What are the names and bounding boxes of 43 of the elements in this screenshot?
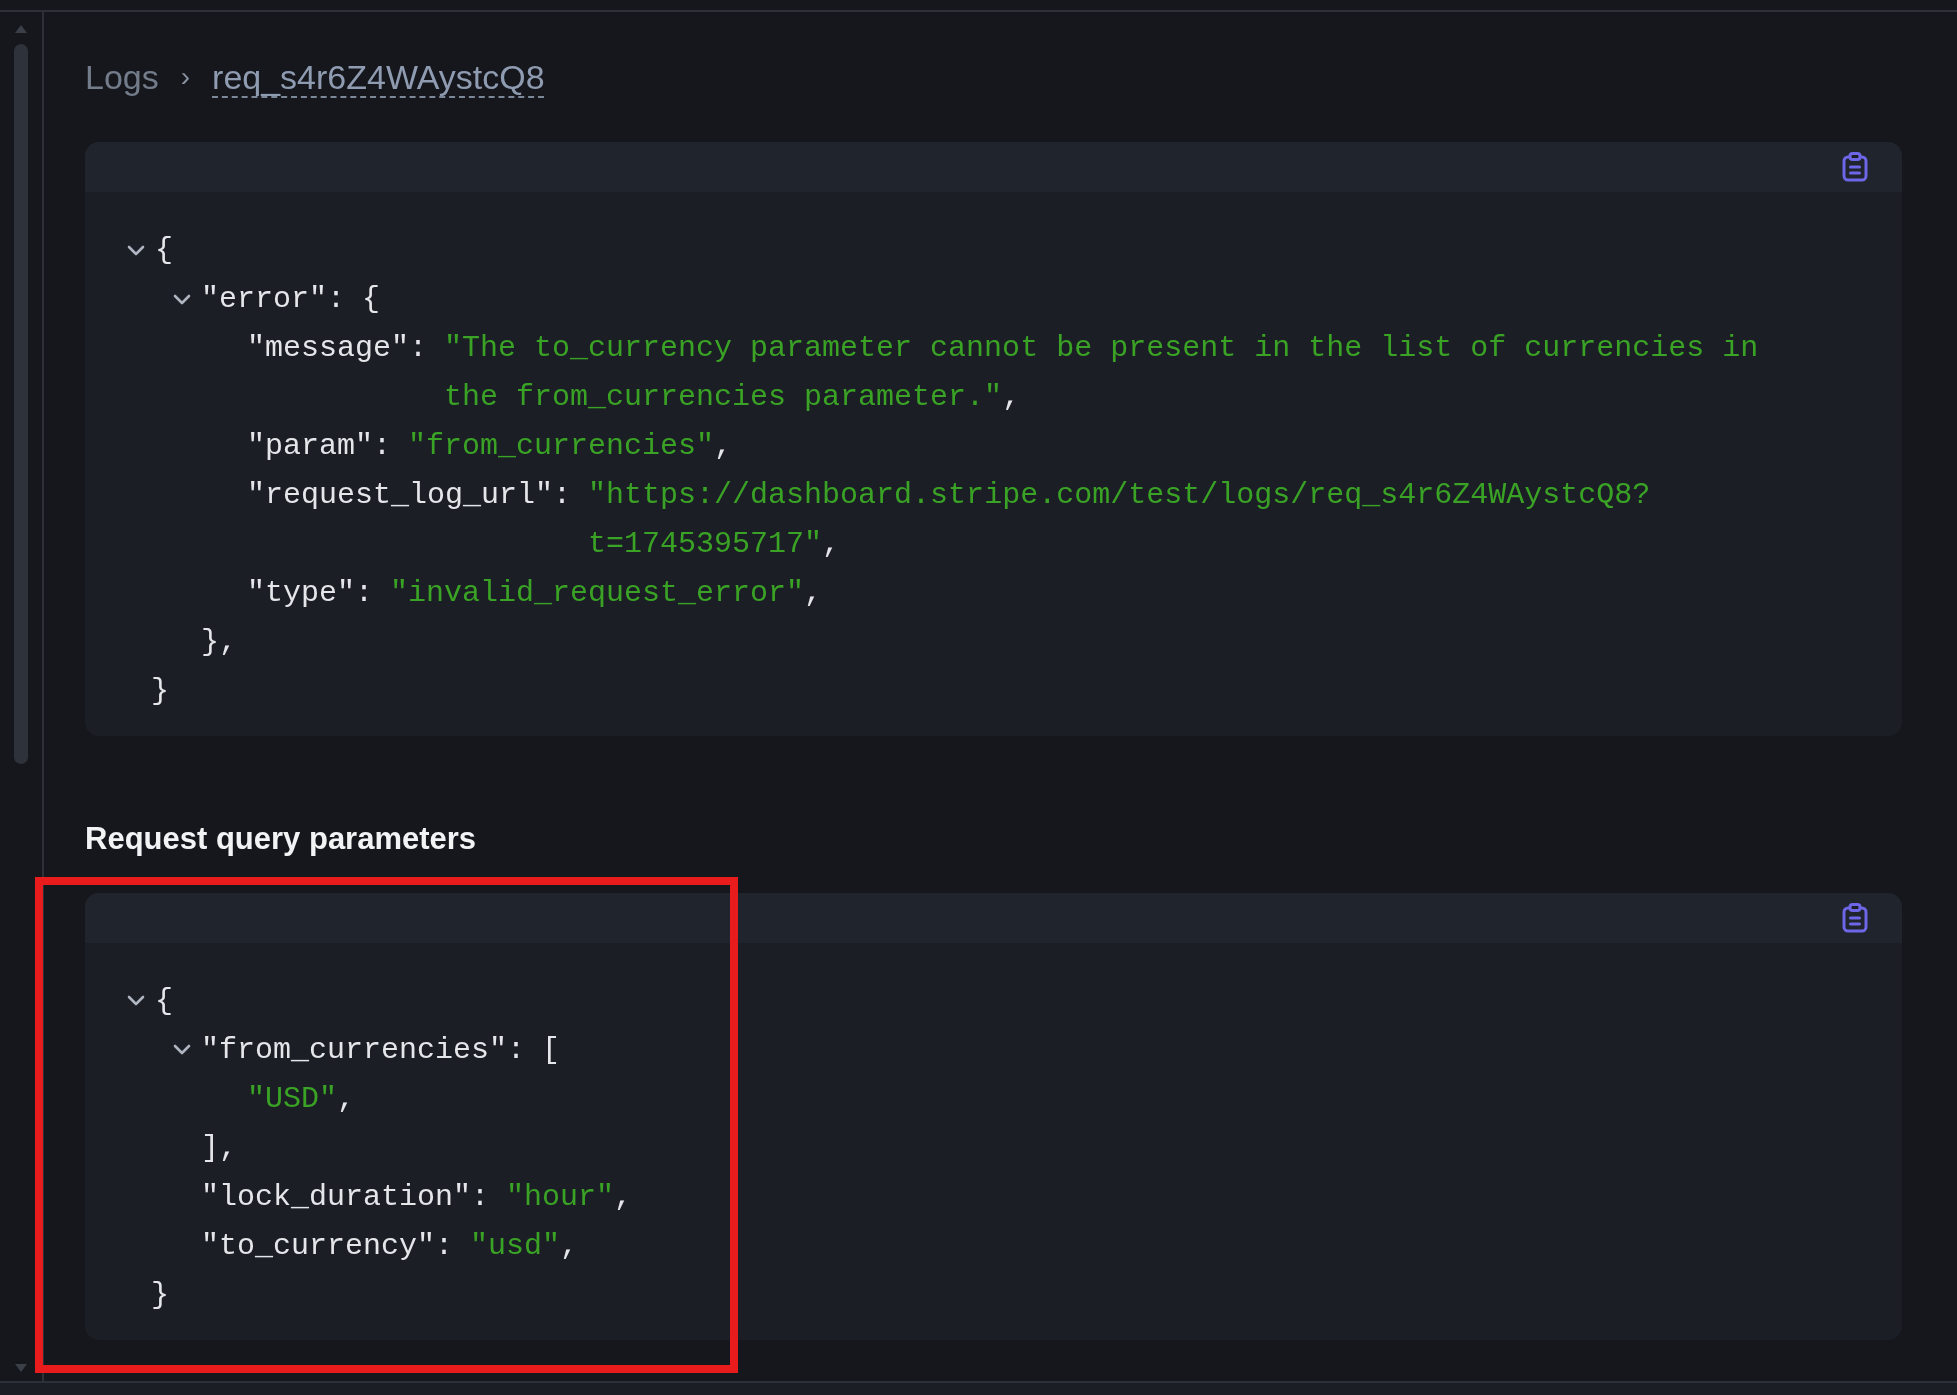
json-bracket: { [155, 232, 173, 269]
json-bracket: }, [201, 625, 237, 659]
json-comma: , [337, 1080, 356, 1118]
json-key: "type": [247, 569, 374, 618]
chevron-down-icon[interactable] [127, 995, 145, 1007]
json-string-value: t=1745395717" [588, 526, 823, 563]
json-bracket: { [155, 982, 173, 1020]
json-bracket: } [151, 1277, 169, 1312]
json-bracket: [ [542, 1031, 561, 1069]
json-string-value: "https://dashboard.stripe.com/test/logs/req_s4r6Z4WAystcQ8? [588, 477, 1651, 514]
chevron-down-icon[interactable] [127, 244, 145, 257]
json-string-value: the from_currencies parameter." [444, 379, 1003, 416]
json-string-value: "hour" [506, 1178, 615, 1216]
clipboard-icon[interactable] [1842, 152, 1868, 182]
json-string-value: "The to_currency parameter cannot be present in the list of currencies in [444, 330, 1759, 367]
breadcrumb-separator: › [180, 60, 191, 94]
json-key: "from_currencies": [201, 1025, 526, 1075]
json-comma: , [1002, 379, 1021, 416]
json-key: "to_currency": [201, 1221, 454, 1271]
section-heading: Request query parameters [85, 820, 478, 858]
clipboard-icon[interactable] [1842, 902, 1868, 933]
json-comma: , [822, 526, 841, 563]
json-comma: , [804, 575, 823, 612]
json-key: "error": [201, 275, 346, 324]
json-string-value: "from_currencies" [408, 428, 715, 465]
request-id-link[interactable]: req_s4r6Z4WAystcQ8 [212, 51, 545, 103]
json-string-value: "usd" [470, 1227, 561, 1265]
breadcrumb-link[interactable]: Logs [85, 51, 159, 103]
json-key: "param": [247, 422, 392, 471]
json-string-value: "USD" [247, 1080, 337, 1118]
json-comma: , [714, 428, 733, 465]
json-key: "request_log_url": [247, 471, 572, 520]
json-string-value: "invalid_request_error" [390, 575, 805, 612]
json-bracket: ], [201, 1130, 237, 1165]
json-comma: , [560, 1227, 579, 1265]
json-key: "lock_duration": [201, 1172, 490, 1222]
json-key: "message": [247, 324, 428, 373]
chevron-down-icon[interactable] [173, 1044, 191, 1056]
json-bracket: { [362, 281, 381, 318]
scrollbar-thumb[interactable] [14, 44, 28, 764]
json-bracket: } [151, 674, 169, 708]
json-comma: , [614, 1178, 633, 1216]
chevron-down-icon[interactable] [173, 293, 191, 306]
